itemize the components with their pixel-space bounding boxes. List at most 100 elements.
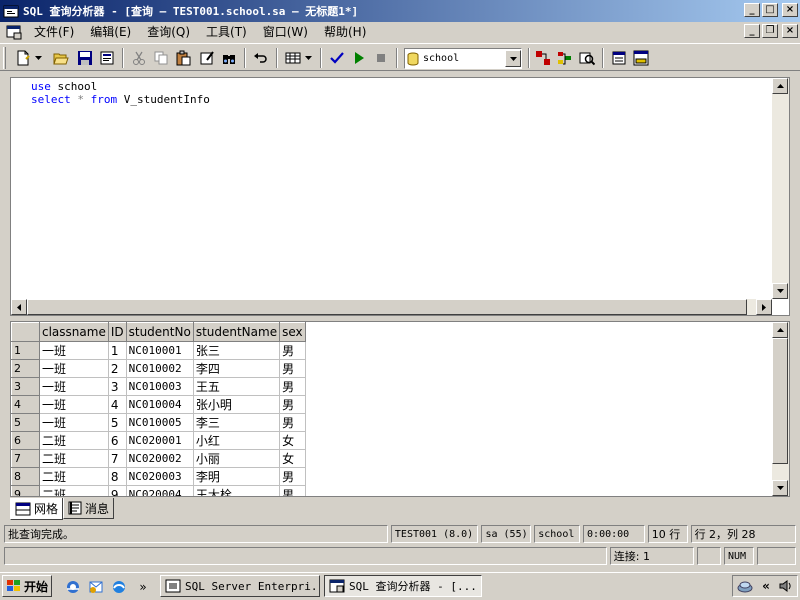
new-dropdown-icon[interactable] — [32, 48, 44, 68]
execute-query-play-icon[interactable] — [348, 48, 370, 68]
column-header-sex[interactable]: sex — [279, 322, 306, 342]
display-plan-icon[interactable] — [576, 48, 598, 68]
quicklaunch-ie-icon[interactable] — [64, 578, 82, 596]
cell-classname[interactable]: 一班 — [39, 359, 109, 378]
open-folder-icon[interactable] — [50, 48, 72, 68]
table-row[interactable]: 5 一班 5 NC010005 李三男 — [11, 413, 306, 432]
row-number[interactable]: 2 — [11, 359, 40, 378]
insert-template-icon[interactable] — [96, 48, 118, 68]
query-window-icon[interactable] — [6, 24, 22, 40]
editor-horizontal-scrollbar[interactable] — [11, 299, 772, 315]
query-text[interactable]: use school select * from V_studentInfo — [31, 80, 210, 106]
cell-studentname[interactable]: 王五 — [193, 377, 281, 396]
grid-corner[interactable] — [11, 322, 40, 342]
cell-studentname[interactable]: 王大栓 — [193, 485, 281, 496]
tray-collapse-chevron-icon[interactable]: « — [762, 579, 770, 593]
results-vertical-scrollbar[interactable] — [772, 322, 789, 496]
row-number[interactable]: 9 — [11, 485, 40, 496]
results-mode-icon[interactable] — [282, 48, 304, 68]
quicklaunch-outlook-icon[interactable] — [87, 578, 105, 596]
column-header-id[interactable]: ID — [107, 322, 127, 342]
row-number[interactable]: 1 — [11, 341, 40, 360]
cell-classname[interactable]: 一班 — [39, 395, 109, 414]
chevron-down-icon[interactable] — [505, 50, 521, 67]
column-header-studentno[interactable]: studentNo — [125, 322, 194, 342]
row-number[interactable]: 6 — [11, 431, 40, 450]
table-row[interactable]: 6 二班 6 NC020001 小红女 — [11, 431, 306, 450]
cancel-query-stop-icon[interactable] — [370, 48, 392, 68]
cell-studentname[interactable]: 李三 — [193, 413, 281, 432]
results-mode-dropdown-icon[interactable] — [302, 48, 314, 68]
tab-messages[interactable]: 消息 — [63, 498, 115, 519]
cell-id[interactable]: 9 — [108, 485, 127, 496]
results-scroll-up-icon[interactable] — [772, 322, 788, 338]
cell-studentname[interactable]: 李四 — [193, 359, 281, 378]
cell-studentno[interactable]: NC010002 — [126, 359, 194, 378]
cell-sex[interactable]: 男 — [279, 377, 306, 396]
cell-sex[interactable]: 男 — [279, 341, 306, 360]
cell-id[interactable]: 2 — [108, 359, 127, 378]
cell-studentname[interactable]: 李明 — [193, 467, 281, 486]
scroll-up-icon[interactable] — [772, 78, 788, 94]
row-number[interactable]: 8 — [11, 467, 40, 486]
cell-studentno[interactable]: NC020001 — [126, 431, 194, 450]
results-scroll-down-icon[interactable] — [772, 480, 788, 496]
table-row[interactable]: 8 二班 8 NC020003 李明男 — [11, 467, 306, 486]
row-number[interactable]: 5 — [11, 413, 40, 432]
menu-file[interactable]: 文件(F) — [26, 23, 82, 40]
cell-id[interactable]: 8 — [108, 467, 127, 486]
undo-icon[interactable] — [250, 48, 272, 68]
scroll-right-icon[interactable] — [756, 299, 772, 315]
cell-sex[interactable]: 男 — [279, 485, 306, 496]
row-number[interactable]: 3 — [11, 377, 40, 396]
mdi-close-button[interactable]: × — [782, 24, 798, 38]
cell-studentno[interactable]: NC020003 — [126, 467, 194, 486]
table-row[interactable]: 2 一班 2 NC010002 李四男 — [11, 359, 306, 378]
object-browser-icon[interactable] — [532, 48, 554, 68]
horizontal-scroll-thumb[interactable] — [27, 299, 747, 315]
maximize-button[interactable]: □ — [762, 3, 778, 17]
cell-sex[interactable]: 男 — [279, 467, 306, 486]
cell-classname[interactable]: 二班 — [39, 467, 109, 486]
quicklaunch-browser-icon[interactable] — [110, 578, 128, 596]
tray-network-icon[interactable] — [737, 579, 753, 593]
cell-id[interactable]: 7 — [108, 449, 127, 468]
menu-window[interactable]: 窗口(W) — [255, 23, 316, 40]
cell-id[interactable]: 4 — [108, 395, 127, 414]
cell-id[interactable]: 3 — [108, 377, 127, 396]
tab-grid[interactable]: 网格 — [10, 498, 64, 520]
cell-classname[interactable]: 一班 — [39, 341, 109, 360]
cell-id[interactable]: 5 — [108, 413, 127, 432]
cell-classname[interactable]: 二班 — [39, 431, 109, 450]
table-row[interactable]: 9 二班 9 NC020004 王大栓男 — [11, 485, 306, 496]
cell-sex[interactable]: 男 — [279, 395, 306, 414]
mdi-restore-button[interactable]: ❐ — [762, 24, 778, 38]
taskbar-query-analyzer[interactable]: SQL 查询分析器 - [... — [324, 575, 482, 597]
cell-sex[interactable]: 男 — [279, 359, 306, 378]
copy-icon[interactable] — [150, 48, 172, 68]
row-number[interactable]: 7 — [11, 449, 40, 468]
quicklaunch-overflow-chevron[interactable]: » — [134, 578, 152, 596]
cell-id[interactable]: 6 — [108, 431, 127, 450]
toolbar-grip[interactable] — [3, 47, 6, 69]
cell-studentname[interactable]: 张小明 — [193, 395, 281, 414]
cell-classname[interactable]: 二班 — [39, 449, 109, 468]
parse-query-checkmark-icon[interactable] — [326, 48, 348, 68]
cell-classname[interactable]: 二班 — [39, 485, 109, 496]
editor-vertical-scrollbar[interactable] — [772, 78, 789, 299]
cell-studentname[interactable]: 小丽 — [193, 449, 281, 468]
cell-studentno[interactable]: NC010001 — [126, 341, 194, 360]
table-row[interactable]: 4 一班 4 NC010004 张小明男 — [11, 395, 306, 414]
cell-id[interactable]: 1 — [108, 341, 127, 360]
query-editor[interactable]: use school select * from V_studentInfo — [10, 77, 790, 316]
cut-icon[interactable] — [128, 48, 150, 68]
save-icon[interactable] — [74, 48, 96, 68]
mdi-minimize-button[interactable]: _ — [744, 24, 760, 38]
menu-tools[interactable]: 工具(T) — [198, 23, 255, 40]
clear-window-icon[interactable] — [196, 48, 218, 68]
scroll-left-icon[interactable] — [11, 299, 27, 315]
scroll-down-icon[interactable] — [772, 283, 788, 299]
menu-help[interactable]: 帮助(H) — [316, 23, 374, 40]
start-button[interactable]: 开始 — [2, 575, 52, 597]
cell-studentno[interactable]: NC020002 — [126, 449, 194, 468]
